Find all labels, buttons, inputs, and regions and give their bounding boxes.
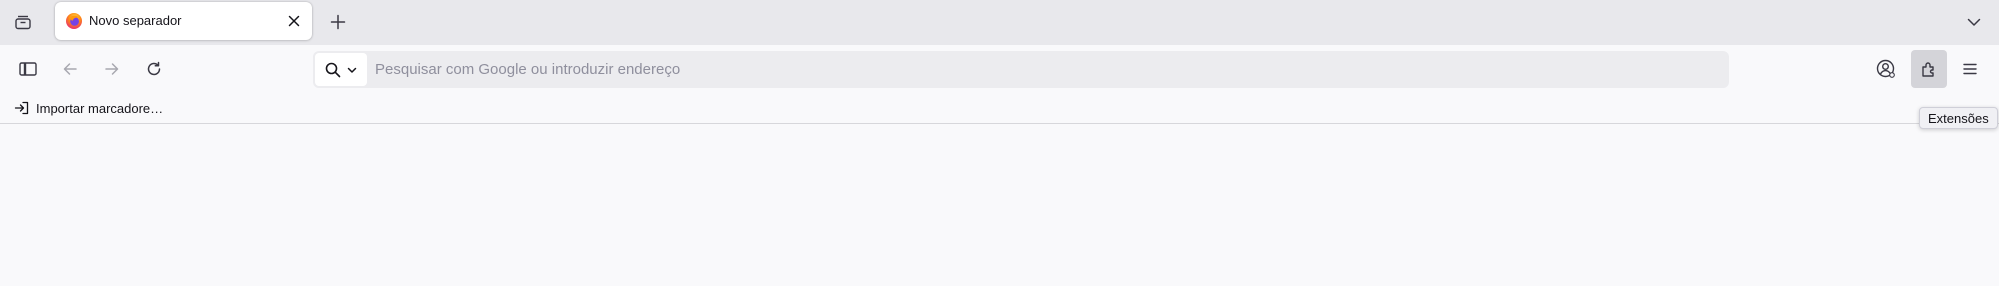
extensions-button[interactable]	[1911, 50, 1947, 88]
tab-overview-button[interactable]	[8, 8, 38, 36]
chevron-down-icon	[347, 67, 357, 73]
account-button[interactable]	[1870, 53, 1902, 85]
chevron-down-icon	[1967, 18, 1981, 26]
firefox-icon	[66, 13, 82, 29]
navigation-toolbar	[0, 45, 1999, 93]
tab-title: Novo separador	[89, 13, 182, 28]
bookmarks-toolbar: Importar marcadore…	[0, 93, 1999, 124]
search-icon	[325, 62, 341, 77]
import-icon	[14, 101, 29, 115]
sidebar-button[interactable]	[12, 53, 44, 85]
sidebar-icon	[19, 62, 37, 76]
tab-strip: Novo separador	[0, 0, 1999, 45]
url-bar	[313, 51, 1729, 88]
puzzle-icon	[1922, 62, 1934, 77]
forward-arrow-icon	[105, 63, 119, 75]
extensions-tooltip: Extensões	[1919, 107, 1998, 129]
reload-icon	[147, 61, 161, 76]
application-menu-button[interactable]	[1954, 53, 1986, 85]
page-content	[0, 125, 1999, 286]
import-bookmarks-button[interactable]: Importar marcadore…	[10, 97, 167, 119]
tab-close-button[interactable]	[284, 11, 304, 31]
tab-novo-separador[interactable]: Novo separador	[55, 2, 312, 40]
plus-icon	[330, 14, 346, 30]
account-icon	[1876, 59, 1895, 78]
close-icon	[288, 15, 300, 27]
url-input[interactable]	[375, 51, 1715, 88]
back-arrow-icon	[63, 63, 77, 75]
tab-overview-icon	[15, 15, 31, 30]
forward-button[interactable]	[96, 53, 128, 85]
new-tab-button[interactable]	[322, 6, 354, 38]
reload-button[interactable]	[138, 53, 170, 85]
back-button[interactable]	[54, 53, 86, 85]
bookmark-label: Importar marcadore…	[36, 100, 164, 116]
list-all-tabs-button[interactable]	[1958, 6, 1990, 38]
search-mode-button[interactable]	[315, 53, 367, 86]
hamburger-menu-icon	[1963, 63, 1977, 75]
